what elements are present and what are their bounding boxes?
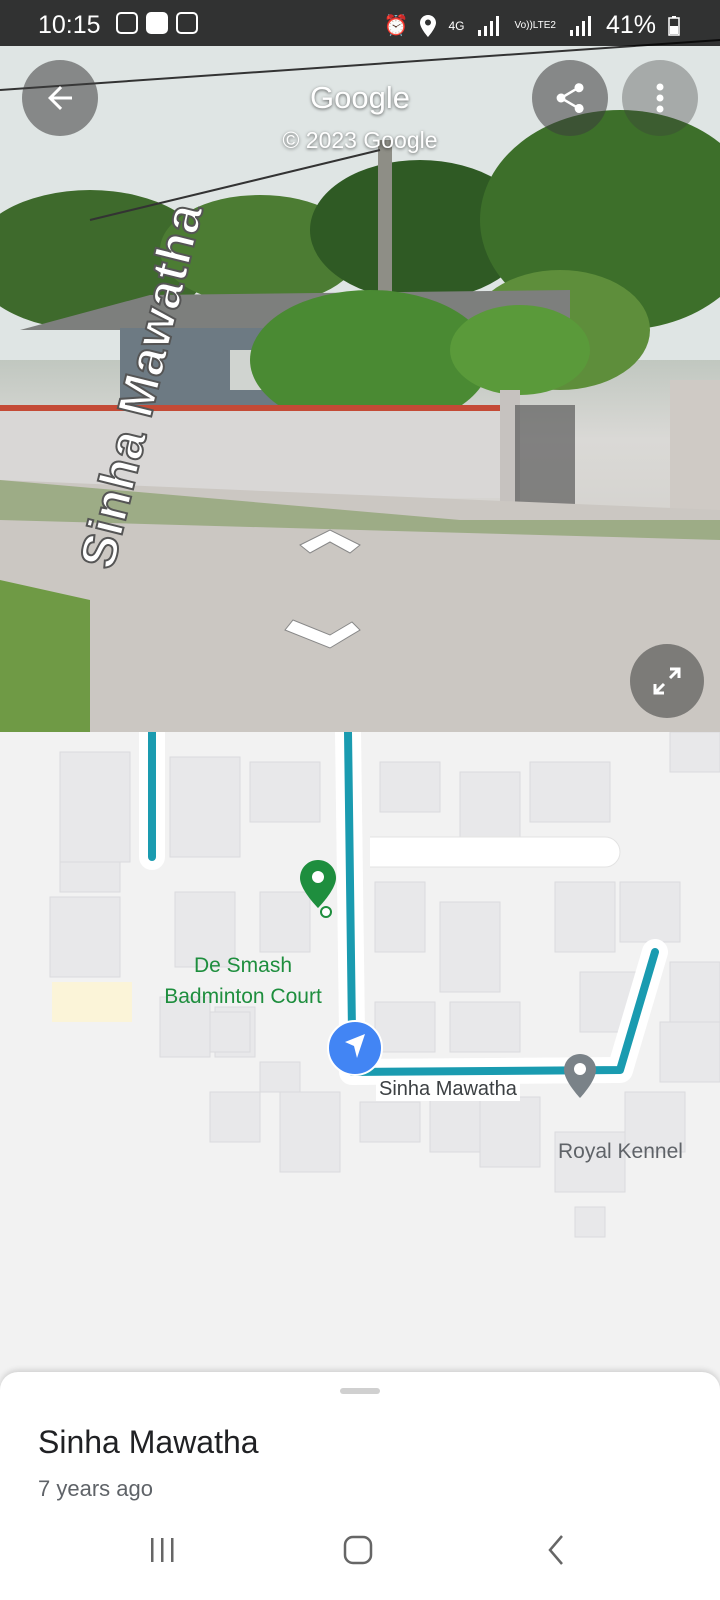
status-indicators: ⏰ 4G Vo))LTE2 41% (384, 11, 680, 40)
volte-label: Vo))LTE2 (514, 20, 556, 31)
place-label-royal-kennel[interactable]: Royal Kennel (558, 1140, 683, 1164)
notification-icons (116, 12, 198, 34)
location-icon (420, 14, 437, 37)
expand-icon (653, 667, 681, 695)
app-notification-icon (176, 12, 198, 34)
place-pin-green-icon[interactable] (300, 860, 342, 920)
recent-apps-button[interactable] (132, 1528, 192, 1572)
home-icon (343, 1535, 373, 1565)
map-road-label: Sinha Mawatha (376, 1078, 520, 1101)
signal-2-icon (569, 15, 591, 36)
share-button[interactable] (532, 60, 608, 136)
home-button[interactable] (328, 1528, 388, 1572)
network-type: 4G (448, 18, 465, 33)
place-label-de-smash[interactable]: De Smash Badminton Court (140, 950, 346, 1012)
panorama-title: Google (310, 80, 410, 115)
battery-icon (668, 15, 680, 36)
back-nav-button[interactable] (526, 1528, 586, 1572)
signal-icon (478, 15, 500, 36)
instagram-icon (116, 12, 138, 34)
recents-icon (151, 1538, 174, 1562)
fullscreen-button[interactable] (630, 644, 704, 718)
battery-level: 41% (605, 11, 656, 39)
system-navigation-bar (0, 1500, 720, 1600)
map-view[interactable]: De Smash Badminton Court Sinha Mawatha R… (0, 732, 720, 1372)
chevron-left-icon (548, 1535, 563, 1565)
capture-date: 7 years ago (38, 1476, 153, 1501)
street-view-panorama[interactable]: Sinha Mawatha 10:15 ⏰ 4G Vo))LTE2 41% Go… (0, 0, 720, 732)
more-vert-icon (656, 83, 664, 113)
status-bar: 10:15 ⏰ 4G Vo))LTE2 41% (0, 0, 720, 46)
location-title: Sinha Mawatha (38, 1424, 259, 1460)
youtube-icon (146, 12, 168, 34)
place-pin-grey-icon[interactable] (564, 1054, 596, 1098)
status-time: 10:15 (38, 11, 101, 39)
sheet-drag-handle[interactable] (340, 1388, 380, 1394)
current-position-marker-icon (327, 1020, 383, 1076)
share-icon (556, 83, 584, 113)
more-options-button[interactable] (622, 60, 698, 136)
alarm-icon: ⏰ (383, 15, 409, 37)
copyright-text: © 2023 Google (282, 127, 438, 153)
